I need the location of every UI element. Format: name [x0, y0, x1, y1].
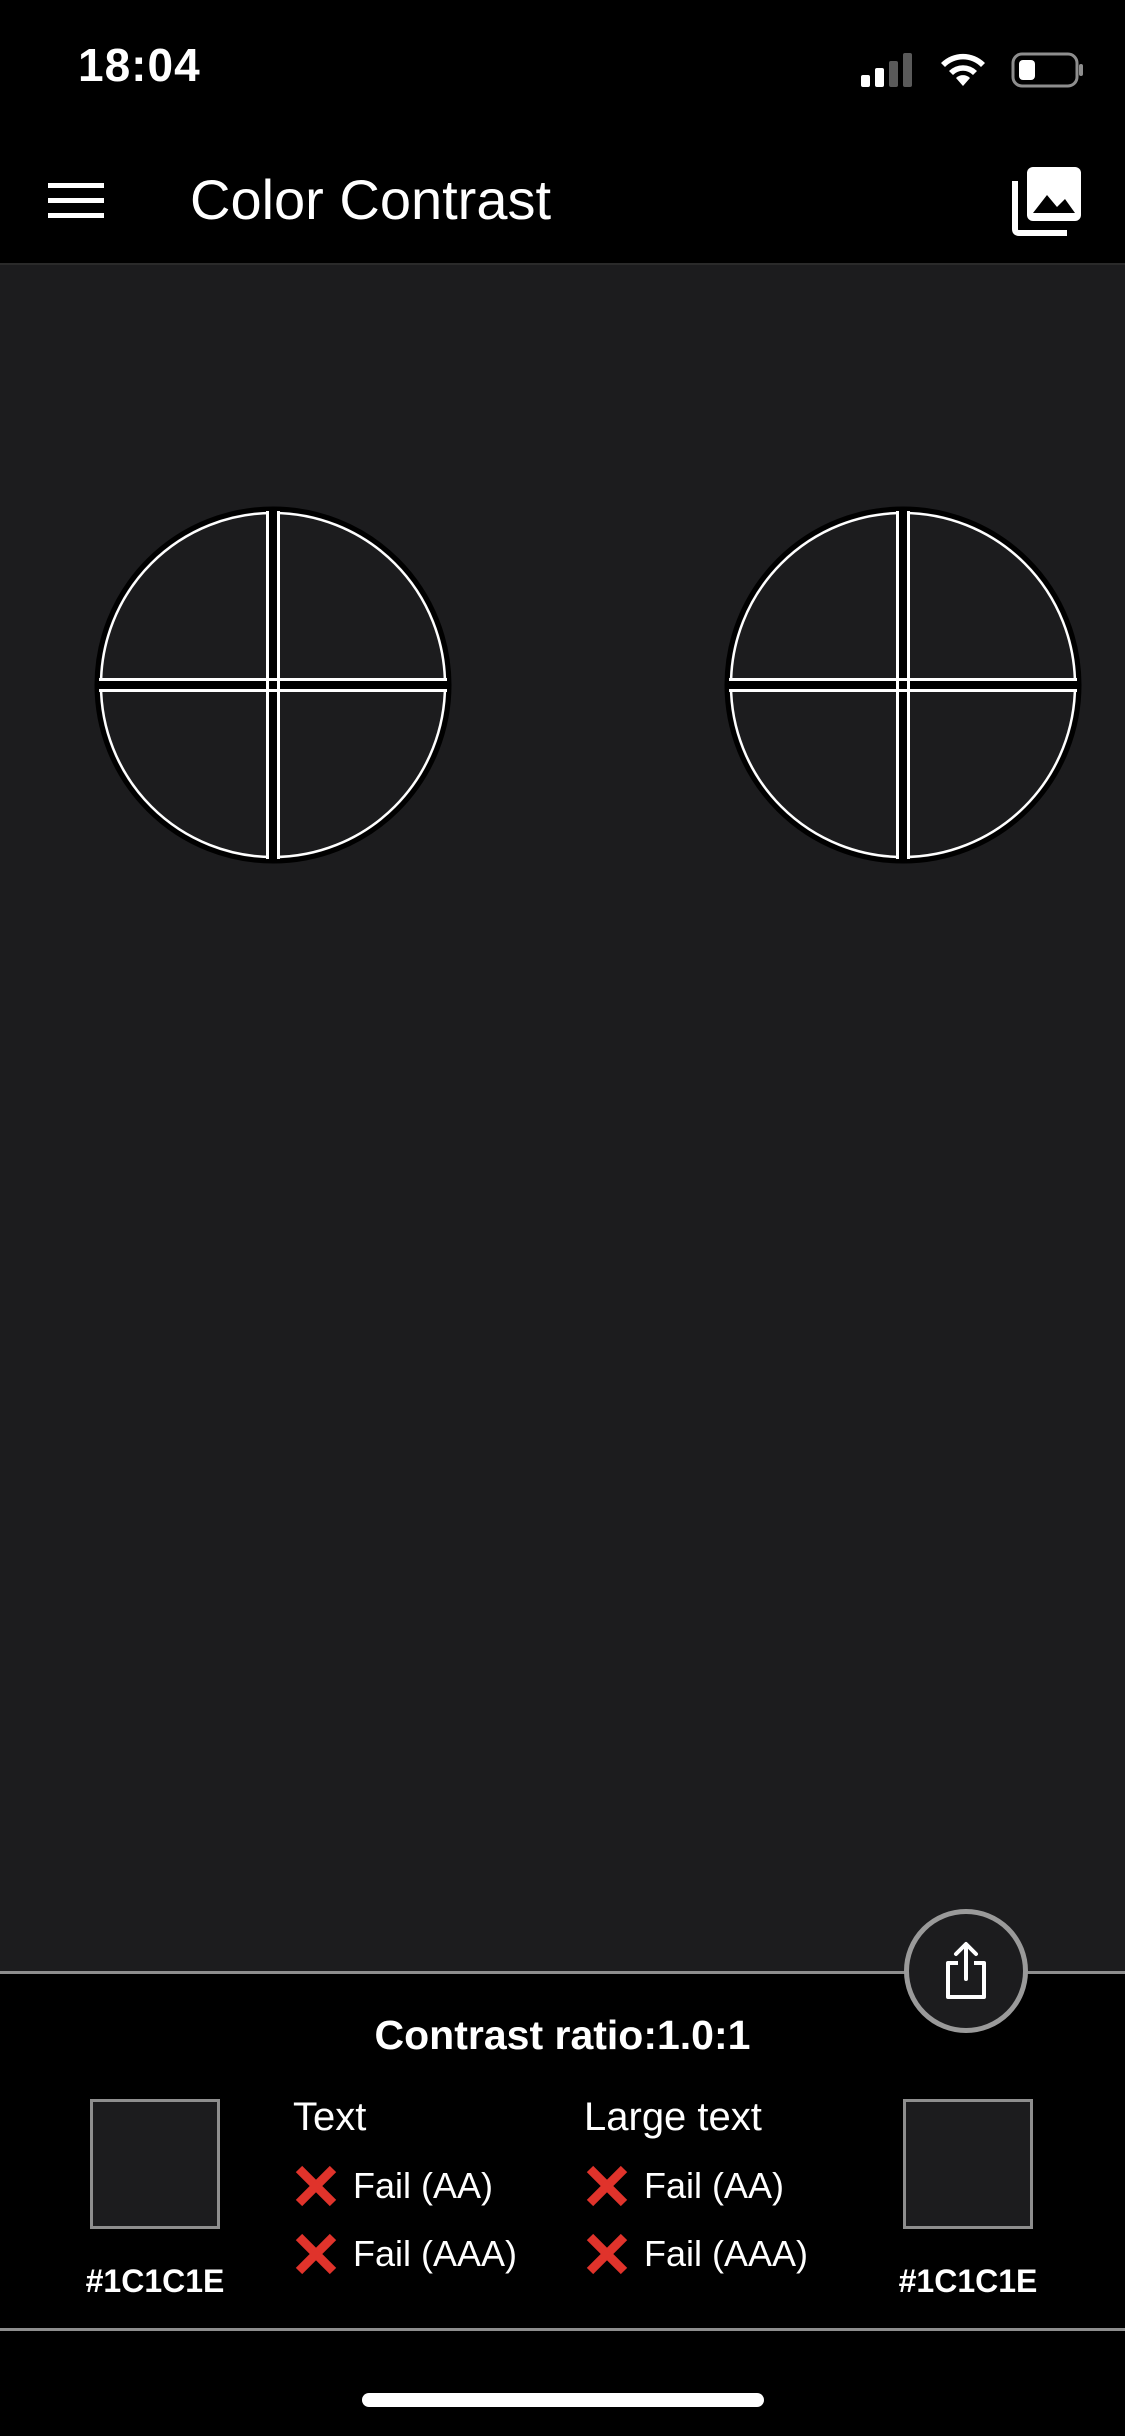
share-icon: [946, 1942, 986, 1999]
fail-x-icon: [586, 2165, 628, 2207]
photo-gallery-icon: [1012, 167, 1081, 236]
share-button[interactable]: [904, 1909, 1028, 2033]
left-color-swatch[interactable]: [90, 2099, 220, 2229]
text-aaa-label: Fail (AAA): [353, 2233, 518, 2274]
battery-icon: [1011, 52, 1083, 88]
text-results-column: Text Fail (AA) Fail (AAA): [293, 2092, 517, 2288]
crosshair-picker-left[interactable]: [93, 505, 453, 865]
menu-button[interactable]: [48, 169, 120, 231]
left-color-hex: #1C1C1E: [85, 2263, 225, 2299]
nav-bar: Color Contrast: [0, 135, 1125, 265]
fail-x-icon: [586, 2233, 628, 2275]
status-bar: 18:04: [0, 0, 1125, 135]
large-text-results-column: Large text Fail (AA) Fail (AAA): [584, 2092, 808, 2288]
right-color-swatch[interactable]: [903, 2099, 1033, 2229]
text-column-title: Text: [293, 2095, 367, 2139]
color-canvas[interactable]: [0, 265, 1125, 1971]
gallery-button[interactable]: [1011, 163, 1085, 237]
large-text-aaa-result: Fail (AAA): [584, 2220, 808, 2288]
crosshair-picker-right[interactable]: [723, 505, 1083, 865]
large-text-column-title: Large text: [584, 2095, 762, 2139]
signal-icon: [861, 53, 912, 87]
large-text-aa-label: Fail (AA): [644, 2165, 785, 2206]
text-aa-result: Fail (AA): [293, 2152, 517, 2220]
fail-x-icon: [295, 2233, 337, 2275]
large-text-aa-result: Fail (AA): [584, 2152, 808, 2220]
wifi-icon: [941, 53, 985, 86]
hamburger-menu-icon: [48, 183, 104, 218]
text-aaa-result: Fail (AAA): [293, 2220, 517, 2288]
status-time: 18:04: [78, 39, 201, 91]
fail-x-icon: [295, 2165, 337, 2207]
text-aa-label: Fail (AA): [353, 2165, 494, 2206]
screen: 18:04 Color Contrast Contrast ratio:1.0:…: [0, 0, 1125, 2436]
home-indicator: [362, 2393, 764, 2407]
page-title: Color Contrast: [190, 168, 552, 231]
right-color-hex: #1C1C1E: [898, 2263, 1038, 2299]
status-icons: [861, 48, 1085, 92]
large-text-aaa-label: Fail (AAA): [644, 2233, 809, 2274]
